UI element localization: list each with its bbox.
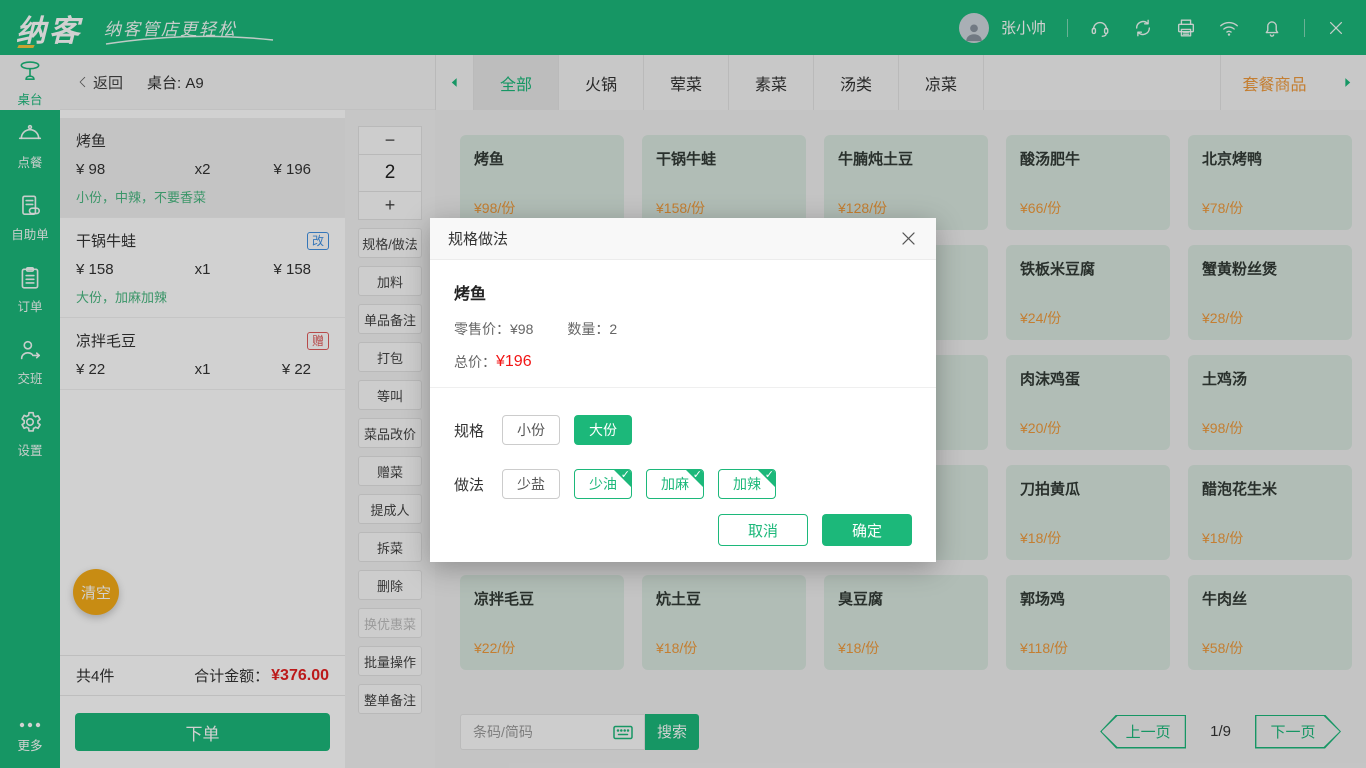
total-price-value: ¥196 bbox=[496, 353, 532, 371]
method-option-加麻[interactable]: 加麻✓ bbox=[646, 469, 704, 499]
spec-label: 规格 bbox=[454, 420, 502, 441]
spec-row: 规格 小份大份 bbox=[454, 415, 912, 445]
method-row: 做法 少盐少油✓ 加麻✓ 加辣✓ bbox=[454, 469, 912, 499]
modal-price-qty-row: 零售价：¥98 数量：2 bbox=[454, 319, 912, 339]
modal-dish-name: 烤鱼 bbox=[454, 280, 912, 304]
method-options: 少盐少油✓ 加麻✓ 加辣✓ bbox=[502, 469, 790, 499]
modal-total-row: 总价： ¥196 bbox=[454, 352, 912, 372]
total-price-label: 总价： bbox=[454, 352, 496, 372]
method-option-少盐[interactable]: 少盐 bbox=[502, 469, 560, 499]
cancel-button[interactable]: 取消 bbox=[718, 514, 808, 546]
spec-option-小份[interactable]: 小份 bbox=[502, 415, 560, 445]
check-icon: ✓ bbox=[765, 469, 774, 481]
spec-option-大份[interactable]: 大份 bbox=[574, 415, 632, 445]
modal-close-icon[interactable] bbox=[899, 229, 918, 248]
retail-price-value: ¥98 bbox=[510, 321, 533, 337]
modal-body: 烤鱼 零售价：¥98 数量：2 总价： ¥196 规格 小份大份 做法 少盐少油… bbox=[430, 260, 936, 514]
modal-footer: 取消 确定 bbox=[430, 514, 936, 562]
qty-label: 数量： bbox=[567, 321, 609, 337]
method-label: 做法 bbox=[454, 474, 502, 495]
retail-price-label: 零售价： bbox=[454, 321, 510, 337]
check-icon: ✓ bbox=[693, 469, 702, 481]
qty-value: 2 bbox=[609, 321, 617, 337]
method-option-少油[interactable]: 少油✓ bbox=[574, 469, 632, 499]
check-icon: ✓ bbox=[621, 469, 630, 481]
spec-method-dialog: 规格做法 烤鱼 零售价：¥98 数量：2 总价： ¥196 规格 小份大份 做法… bbox=[430, 218, 936, 562]
modal-header: 规格做法 bbox=[430, 218, 936, 260]
modal-title: 规格做法 bbox=[448, 228, 508, 249]
confirm-button[interactable]: 确定 bbox=[822, 514, 912, 546]
modal-divider bbox=[430, 387, 936, 388]
spec-options: 小份大份 bbox=[502, 415, 646, 445]
method-option-加辣[interactable]: 加辣✓ bbox=[718, 469, 776, 499]
